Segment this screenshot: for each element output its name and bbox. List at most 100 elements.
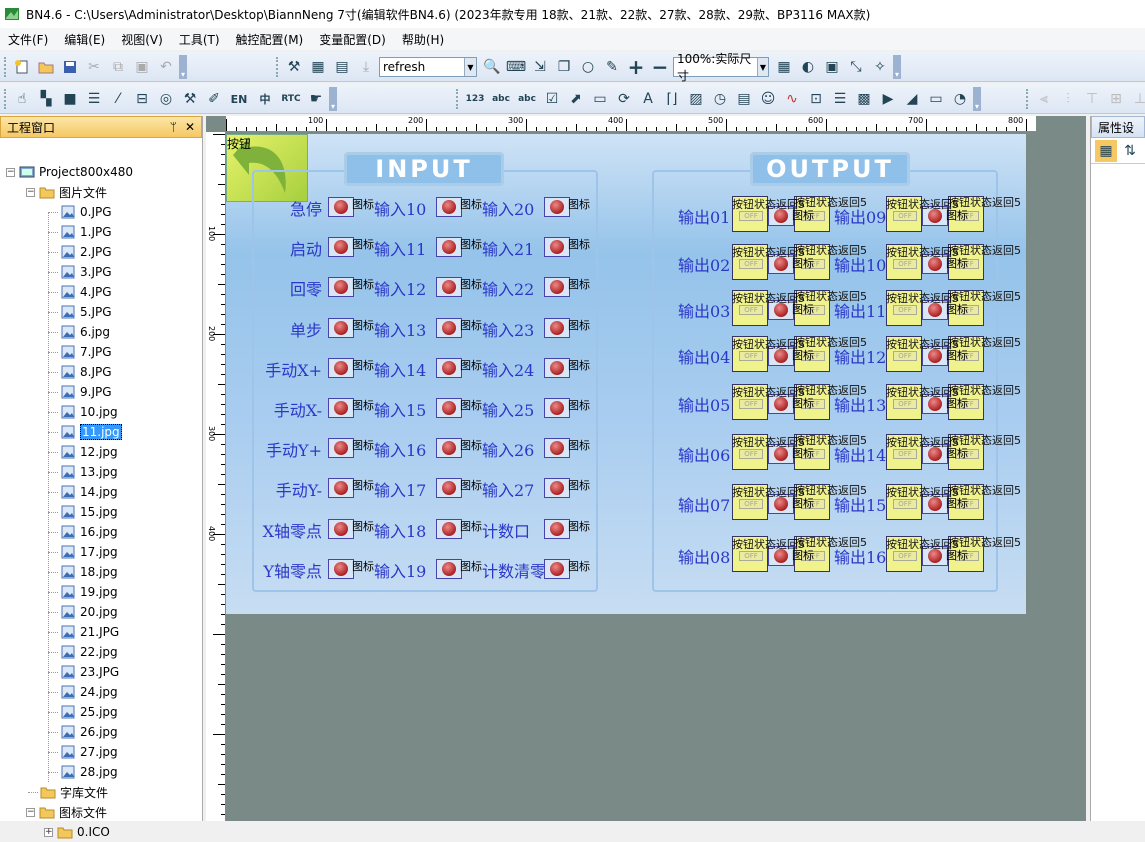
input-indicator-lamp[interactable] [328, 398, 354, 418]
chevron-down-icon[interactable]: ▼ [756, 58, 768, 76]
input-indicator-lamp[interactable] [544, 197, 570, 217]
user-icon[interactable]: ☺ [757, 88, 779, 110]
align-icon[interactable]: ⊟ [131, 88, 153, 110]
compress-icon[interactable]: ⤡ [845, 56, 867, 78]
edit-text-icon[interactable]: ✐ [203, 88, 225, 110]
tree-node-picture[interactable]: 26.jpg [48, 722, 118, 742]
tree-node-picture[interactable]: 15.jpg [48, 502, 118, 522]
tree-node-picture[interactable]: 5.JPG [48, 302, 112, 322]
input-indicator-lamp[interactable] [436, 519, 462, 539]
zoom-combo[interactable]: 100%:实际尺寸 ▼ [673, 52, 769, 83]
toolbar-grip[interactable] [1026, 89, 1030, 109]
spinner-icon[interactable]: ◔ [949, 88, 971, 110]
menu-tools[interactable]: 工具(T) [179, 31, 220, 48]
collapse-toggle[interactable]: − [6, 167, 15, 177]
layers-icon[interactable]: ▚ [35, 88, 57, 110]
line-icon[interactable]: ⁄ [107, 88, 129, 110]
tree-node-picture[interactable]: 9.JPG [48, 382, 112, 402]
clock-icon[interactable]: ◷ [709, 88, 731, 110]
align-left-icon[interactable]: ⫷ [1033, 88, 1055, 110]
tree-node-picture[interactable]: 1.JPG [48, 222, 112, 242]
toolbar-more[interactable]: ▾ [893, 55, 901, 79]
input-indicator-lamp[interactable] [544, 398, 570, 418]
palette-icon[interactable]: ◐ [797, 56, 819, 78]
input-indicator-lamp[interactable] [544, 438, 570, 458]
rtc-button[interactable]: RTC [279, 88, 303, 110]
tree-node-picture[interactable]: 24.jpg [48, 682, 118, 702]
input-indicator-lamp[interactable] [328, 358, 354, 378]
input-indicator-lamp[interactable] [436, 398, 462, 418]
collapse-toggle[interactable]: − [26, 187, 35, 197]
new-file-icon[interactable] [11, 56, 33, 78]
cut-icon[interactable]: ✂ [83, 56, 105, 78]
tree-node-picture[interactable]: 8.JPG [48, 362, 112, 382]
tree-node-picture[interactable]: 10.jpg [48, 402, 118, 422]
zoom-in-icon[interactable]: + [625, 55, 647, 79]
tree-node-picture[interactable]: 3.JPG [48, 262, 112, 282]
input-indicator-lamp[interactable] [544, 519, 570, 539]
toolbar-grip[interactable] [4, 89, 8, 109]
calculator-icon[interactable]: ▦ [773, 56, 795, 78]
target-icon[interactable]: ◎ [155, 88, 177, 110]
menu-help[interactable]: 帮助(H) [402, 31, 444, 48]
input-indicator-lamp[interactable] [436, 197, 462, 217]
undo-icon[interactable]: ↶ [155, 56, 177, 78]
input-indicator-lamp[interactable] [328, 237, 354, 257]
tree-node-picture[interactable]: 23.JPG [48, 662, 119, 682]
settings-tools-icon[interactable]: ⚒ [179, 88, 201, 110]
tree-node-picture[interactable]: 7.JPG [48, 342, 112, 362]
tree-node-picture[interactable]: 21.JPG [48, 622, 119, 642]
input-indicator-lamp[interactable] [328, 318, 354, 338]
battery-icon[interactable]: ▭ [925, 88, 947, 110]
paste-icon[interactable]: ▣ [131, 56, 153, 78]
chevron-down-icon[interactable]: ▼ [464, 58, 476, 76]
refresh-cycle-icon[interactable]: ⟳ [613, 88, 635, 110]
toolbar-more[interactable]: ▾ [973, 87, 981, 111]
checkbox-icon[interactable]: ☑ [541, 88, 563, 110]
display-icon[interactable]: ▤ [733, 88, 755, 110]
open-folder-icon[interactable] [35, 56, 57, 78]
menu-touch-config[interactable]: 触控配置(M) [236, 31, 304, 48]
zoom-icon[interactable]: ○ [577, 56, 599, 78]
input-indicator-lamp[interactable] [436, 438, 462, 458]
text-input-button[interactable]: abc [515, 88, 539, 110]
tree-node-picture[interactable]: 25.jpg [48, 702, 118, 722]
sort-alpha-icon[interactable]: ⇅ [1119, 140, 1141, 162]
trend-icon[interactable]: ⬈ [565, 88, 587, 110]
window-icon[interactable]: ❐ [553, 56, 575, 78]
pin-icon[interactable]: ᛘ [170, 120, 177, 134]
rectangle-icon[interactable]: ■ [59, 88, 81, 110]
toolbar-more[interactable]: ▾ [329, 87, 337, 111]
bar-icon[interactable]: ▭ [589, 88, 611, 110]
align-center-icon[interactable]: ⫶ [1057, 88, 1079, 110]
image-icon[interactable]: ▨ [685, 88, 707, 110]
save-icon[interactable] [59, 56, 81, 78]
collapse-toggle[interactable]: − [26, 807, 35, 817]
input-indicator-lamp[interactable] [328, 438, 354, 458]
bracket-icon[interactable]: ⌈⌋ [661, 88, 683, 110]
number-display-button[interactable]: 123 [463, 88, 487, 110]
tree-node-picture[interactable]: 28.jpg [48, 762, 118, 782]
list-icon[interactable]: ☰ [829, 88, 851, 110]
video-icon[interactable]: ▶ [877, 88, 899, 110]
tree-node-picture[interactable]: 17.jpg [48, 542, 118, 562]
align-bottom-icon[interactable]: ⊥ [1129, 88, 1145, 110]
align-middle-icon[interactable]: ⊞ [1105, 88, 1127, 110]
tree-node-picture[interactable]: 16.jpg [48, 522, 118, 542]
input-indicator-lamp[interactable] [436, 318, 462, 338]
input-indicator-lamp[interactable] [436, 559, 462, 579]
menu-view[interactable]: 视图(V) [121, 31, 163, 48]
input-indicator-lamp[interactable] [328, 197, 354, 217]
export-icon[interactable]: ⇲ [529, 56, 551, 78]
categorized-icon[interactable]: ▦ [1095, 139, 1117, 162]
zoom-out-icon[interactable]: − [649, 55, 671, 79]
input-indicator-lamp[interactable] [544, 358, 570, 378]
tree-node-picture[interactable]: 12.jpg [48, 442, 118, 462]
input-indicator-lamp[interactable] [436, 358, 462, 378]
menu-edit[interactable]: 编辑(E) [64, 31, 105, 48]
tree-node-icons[interactable]: − 图标文件 [26, 802, 107, 822]
tree-node-picture[interactable]: 11.jpg [48, 422, 122, 442]
tree-node-fonts[interactable]: 字库文件 [28, 782, 108, 802]
qr-code-icon[interactable]: ▩ [853, 88, 875, 110]
script-combo[interactable]: refresh ▼ [379, 57, 477, 77]
